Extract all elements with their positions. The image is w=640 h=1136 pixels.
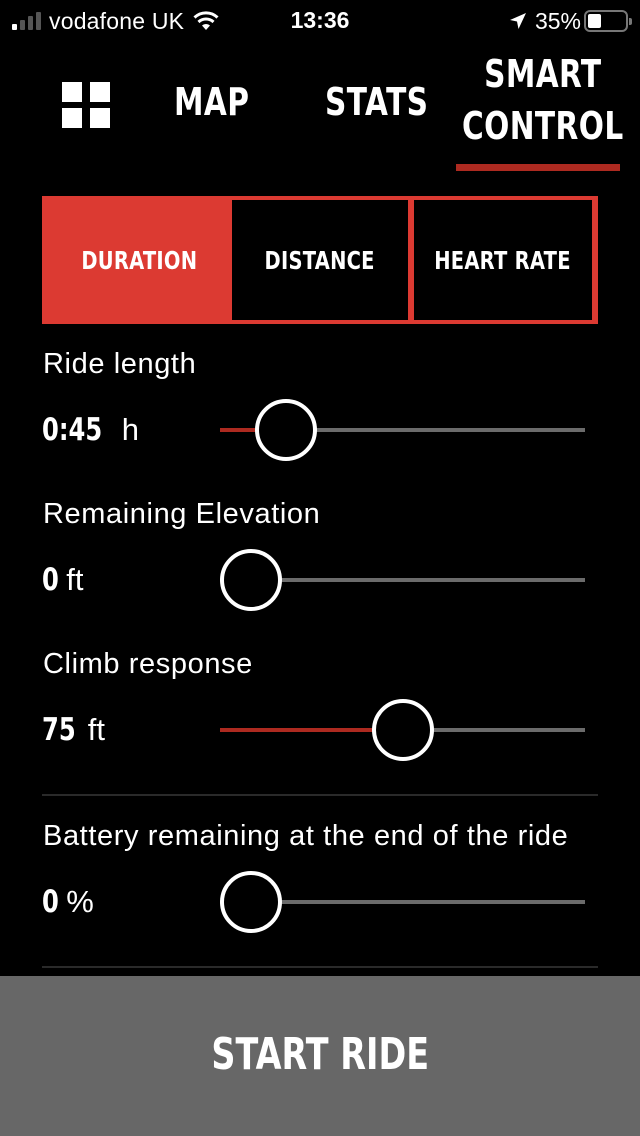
ride-length-slider[interactable] (220, 398, 585, 462)
slider-thumb[interactable] (220, 549, 282, 611)
tab-smart-control-line2: CONTROL (462, 104, 624, 148)
ride-length-label: Ride length (43, 348, 197, 380)
battery-cap (629, 18, 632, 25)
slider-thumb[interactable] (254, 399, 317, 461)
tab-map[interactable]: MAP (174, 80, 249, 124)
battery-icon (584, 10, 632, 32)
grid-cell (62, 82, 82, 102)
grid-cell (90, 82, 110, 102)
slider-thumb[interactable] (371, 699, 434, 761)
tab-smart-control-line1: SMART (484, 52, 602, 96)
climb-response-unit: ft (87, 712, 105, 747)
slider-fill (220, 428, 255, 432)
climb-response-value: 75 ft (42, 712, 105, 748)
start-ride-label: START RIDE (211, 1028, 429, 1080)
remaining-elevation-label: Remaining Elevation (43, 498, 321, 530)
ride-length-value: 0:45 h (42, 412, 139, 448)
battery-percent: 35% (534, 7, 581, 34)
climb-response-label: Climb response (43, 648, 253, 680)
mode-duration-label: DURATION (81, 245, 197, 275)
mode-heart-rate-label: HEART RATE (434, 245, 572, 275)
ride-length-unit: h (121, 412, 139, 447)
start-ride-button[interactable]: START RIDE (0, 976, 640, 1136)
battery-remaining-value: 0 % (42, 884, 94, 920)
slider-fill (220, 728, 372, 732)
remaining-elevation-slider[interactable] (220, 548, 585, 612)
mode-distance-label: DISTANCE (264, 245, 376, 275)
slider-thumb[interactable] (220, 871, 282, 933)
battery-remaining-number: 0 (42, 884, 59, 920)
divider (42, 966, 598, 968)
remaining-elevation-unit: ft (66, 562, 84, 597)
mode-distance[interactable]: DISTANCE (232, 200, 408, 320)
battery-remaining-unit: % (66, 884, 94, 919)
status-bar: vodafone UK 13:36 35% (0, 0, 640, 40)
battery-remaining-slider[interactable] (220, 870, 585, 934)
grid-cell (90, 108, 110, 128)
climb-response-number: 75 (42, 712, 76, 748)
location-arrow-icon (509, 13, 526, 29)
active-tab-indicator (456, 164, 620, 171)
mode-heart-rate[interactable]: HEART RATE (414, 200, 592, 320)
remaining-elevation-value: 0 ft (42, 562, 83, 598)
remaining-elevation-number: 0 (42, 562, 59, 598)
battery-remaining-label: Battery remaining at the end of the ride (43, 820, 569, 852)
tab-stats[interactable]: STATS (325, 80, 428, 124)
mode-selector: DURATION DISTANCE HEART RATE (42, 196, 598, 324)
battery-level (588, 14, 601, 28)
mode-duration[interactable]: DURATION (46, 200, 232, 320)
climb-response-slider[interactable] (220, 698, 585, 762)
tab-smart-control[interactable]: SMART CONTROL (462, 48, 624, 152)
grid-cell (62, 108, 82, 128)
divider (42, 794, 598, 796)
ride-length-number: 0:45 (42, 412, 103, 448)
grid-menu-icon[interactable] (62, 82, 110, 130)
